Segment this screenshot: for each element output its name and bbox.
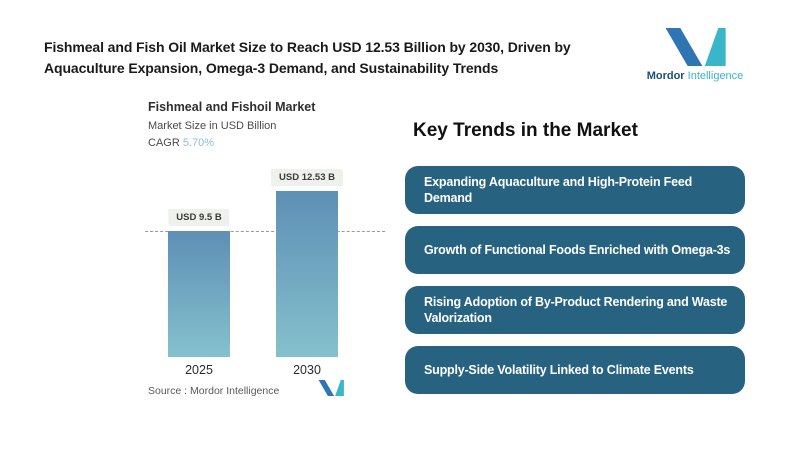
source-row: Source : Mordor Intelligence [148, 380, 344, 401]
chart-header: Fishmeal and Fishoil Market Market Size … [148, 100, 315, 149]
chart-cagr: CAGR 5.70% [148, 137, 315, 149]
mordor-m-mark-icon [664, 28, 726, 66]
bar-value-label: USD 9.5 B [168, 209, 230, 226]
bar-group: USD 12.53 B 2030 [271, 160, 343, 377]
trend-label: Supply-Side Volatility Linked to Climate… [424, 362, 694, 377]
trend-box: Growth of Functional Foods Enriched with… [405, 226, 745, 274]
cagr-value: 5.70% [182, 137, 215, 149]
bar [276, 191, 338, 357]
trends-heading: Key Trends in the Market [413, 120, 638, 141]
bar-value-label: USD 12.53 B [271, 169, 343, 186]
cagr-label: CAGR [148, 137, 183, 149]
bar-category-label: 2025 [185, 363, 213, 377]
chart-title: Fishmeal and Fishoil Market [148, 100, 316, 114]
trend-label: Growth of Functional Foods Enriched with… [424, 242, 731, 257]
brand-wordmark: Mordor Intelligence [647, 70, 744, 82]
infographic-page: Fishmeal and Fish Oil Market Size to Rea… [0, 0, 800, 450]
bar-plot: USD 9.5 B 2025 USD 12.53 B 2030 [145, 160, 385, 377]
key-trends-panel: Key Trends in the Market Expanding Aquac… [405, 118, 745, 406]
trend-label: Rising Adoption of By-Product Rendering … [424, 294, 728, 325]
bar-chart: USD 9.5 B 2025 USD 12.53 B 2030 [145, 160, 385, 377]
page-title-line1: Fishmeal and Fish Oil Market Size to Rea… [44, 39, 571, 55]
brand-logo: Mordor Intelligence [643, 28, 747, 82]
trend-label: Expanding Aquaculture and High-Protein F… [424, 174, 693, 205]
bar-category-label: 2030 [293, 363, 321, 377]
trend-list: Expanding Aquaculture and High-Protein F… [405, 166, 745, 394]
page-title-line2: Aquaculture Expansion, Omega-3 Demand, a… [44, 60, 499, 76]
page-title: Fishmeal and Fish Oil Market Size to Rea… [44, 37, 664, 79]
brand-name-secondary: Intelligence [687, 70, 744, 82]
source-text: Source : Mordor Intelligence [148, 384, 280, 397]
mordor-m-mark-small-icon [318, 380, 344, 401]
trend-box: Supply-Side Volatility Linked to Climate… [405, 346, 745, 394]
bar-group: USD 9.5 B 2025 [168, 160, 230, 377]
chart-subtitle: Market Size in USD Billion [148, 120, 277, 132]
trend-box: Expanding Aquaculture and High-Protein F… [405, 166, 745, 214]
trend-box: Rising Adoption of By-Product Rendering … [405, 286, 745, 334]
brand-name-primary: Mordor [646, 70, 685, 82]
bar [168, 231, 230, 357]
